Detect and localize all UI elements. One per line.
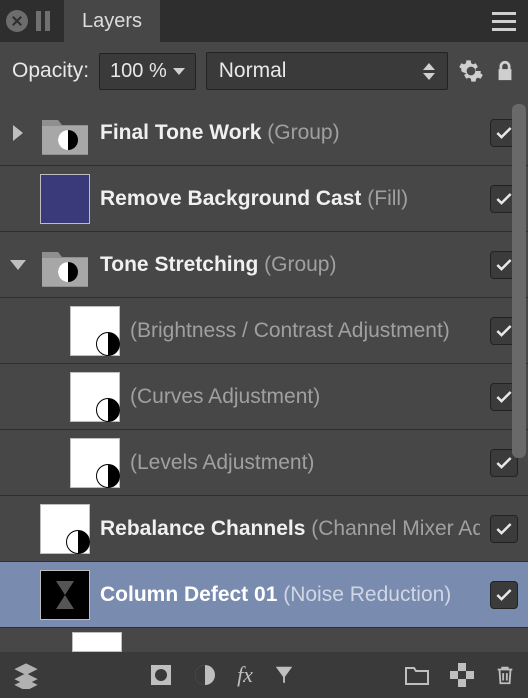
live-filter-icon[interactable] bbox=[273, 663, 295, 687]
layer-row[interactable]: (Curves Adjustment) bbox=[0, 364, 528, 430]
layer-thumbnail bbox=[40, 504, 90, 554]
layer-thumbnail bbox=[40, 240, 90, 290]
lock-icon[interactable] bbox=[494, 58, 516, 84]
layer-row[interactable]: Tone Stretching (Group) bbox=[0, 232, 528, 298]
layer-thumbnail bbox=[70, 372, 120, 422]
layer-label: Remove Background Cast (Fill) bbox=[100, 187, 480, 211]
layer-thumbnail bbox=[40, 108, 90, 158]
dock-drag-icon bbox=[36, 11, 50, 31]
layer-row[interactable] bbox=[0, 628, 528, 652]
layers-tab[interactable]: Layers bbox=[64, 0, 160, 42]
layer-row[interactable]: Rebalance Channels (Channel Mixer Adjust… bbox=[0, 496, 528, 562]
layer-thumbnail bbox=[40, 570, 90, 620]
opacity-label: Opacity: bbox=[12, 59, 89, 83]
layer-thumbnail bbox=[72, 632, 122, 652]
layer-label: Column Defect 01 (Noise Reduction) bbox=[100, 583, 480, 607]
layer-label: Tone Stretching (Group) bbox=[100, 253, 480, 277]
scrollbar[interactable] bbox=[512, 104, 526, 458]
adjustment-badge-icon bbox=[96, 332, 120, 356]
blend-mode-select[interactable]: Normal bbox=[206, 52, 448, 90]
layers-tab-label: Layers bbox=[82, 10, 142, 33]
adjustment-icon[interactable] bbox=[193, 663, 217, 687]
checker-icon[interactable] bbox=[450, 663, 474, 687]
layers-footer: fx bbox=[0, 652, 528, 698]
fx-icon[interactable]: fx bbox=[237, 662, 253, 688]
mask-icon[interactable] bbox=[149, 663, 173, 687]
opacity-input[interactable]: 100 % bbox=[99, 53, 196, 90]
layer-label: Rebalance Channels (Channel Mixer Adjust… bbox=[100, 517, 480, 541]
visibility-checkbox[interactable] bbox=[490, 515, 518, 543]
close-panel-icon[interactable] bbox=[6, 10, 28, 32]
adjustment-badge-icon bbox=[96, 398, 120, 422]
layers-list: Final Tone Work (Group) Remove Backgroun… bbox=[0, 100, 528, 652]
blend-mode-value: Normal bbox=[219, 59, 287, 83]
layer-stack-icon[interactable] bbox=[12, 661, 40, 689]
gear-icon[interactable] bbox=[458, 58, 484, 84]
panel-menu-icon[interactable] bbox=[492, 12, 516, 31]
layer-label: (Levels Adjustment) bbox=[130, 451, 480, 475]
layer-label: (Curves Adjustment) bbox=[130, 385, 480, 409]
adjustment-badge-icon bbox=[66, 530, 90, 554]
layer-thumbnail bbox=[70, 306, 120, 356]
group-folder-icon[interactable] bbox=[404, 664, 430, 686]
layer-row[interactable]: (Brightness / Contrast Adjustment) bbox=[0, 298, 528, 364]
visibility-checkbox[interactable] bbox=[490, 581, 518, 609]
layer-row[interactable]: Remove Background Cast (Fill) bbox=[0, 166, 528, 232]
opacity-value: 100 % bbox=[110, 60, 167, 83]
layer-thumbnail bbox=[40, 174, 90, 224]
layer-row[interactable]: (Levels Adjustment) bbox=[0, 430, 528, 496]
adjustment-badge-icon bbox=[96, 464, 120, 488]
collapse-arrow-icon[interactable] bbox=[6, 253, 30, 277]
opacity-dropdown-icon bbox=[173, 68, 185, 75]
expand-arrow-icon[interactable] bbox=[6, 121, 30, 145]
trash-icon[interactable] bbox=[494, 662, 516, 688]
layer-row[interactable]: Final Tone Work (Group) bbox=[0, 100, 528, 166]
layer-thumbnail bbox=[70, 438, 120, 488]
layer-row[interactable]: Column Defect 01 (Noise Reduction) bbox=[0, 562, 528, 628]
layer-label: (Brightness / Contrast Adjustment) bbox=[130, 319, 480, 343]
blend-mode-stepper-icon bbox=[423, 63, 435, 80]
layer-label: Final Tone Work (Group) bbox=[100, 121, 480, 145]
